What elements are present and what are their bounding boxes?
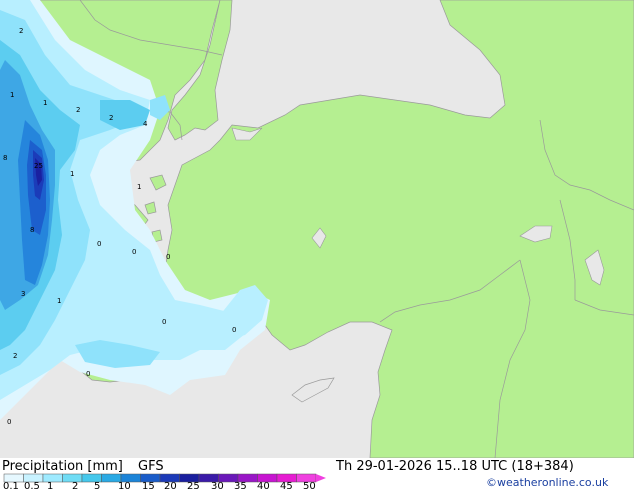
precipitation-map: 2 1 1 2 2 4 8 25 1 1 8 0 0 0 3 1 0 0 2 0…	[0, 0, 634, 458]
precip-label: 0	[162, 318, 166, 326]
precip-label: 2	[76, 106, 80, 114]
precip-label: 2	[19, 27, 23, 35]
scale-tick: 15	[142, 481, 155, 492]
scale-tick: 10	[118, 481, 131, 492]
precip-label: 25	[34, 162, 43, 170]
scale-tick: 35	[234, 481, 247, 492]
precip-label: 0	[97, 240, 101, 248]
scale-tick: 45	[280, 481, 293, 492]
scale-tick: 1	[47, 481, 54, 492]
precip-label: 1	[137, 183, 141, 191]
precip-label: 8	[30, 226, 34, 234]
precip-label: 0	[232, 326, 236, 334]
precip-label: 1	[70, 170, 74, 178]
precip-label: 2	[13, 352, 17, 360]
precip-label: 0	[7, 418, 11, 426]
precip-label: 1	[57, 297, 61, 305]
scale-tick: 2	[72, 481, 79, 492]
scale-tick: 25	[187, 481, 200, 492]
scale-tick: 30	[211, 481, 224, 492]
precip-label: 4	[143, 120, 148, 128]
scale-tick: 5	[94, 481, 101, 492]
precip-label: 1	[43, 99, 47, 107]
map-canvas: 2 1 1 2 2 4 8 25 1 1 8 0 0 0 3 1 0 0 2 0…	[0, 0, 634, 458]
precip-label: 3	[21, 290, 25, 298]
scale-tick: 50	[303, 481, 316, 492]
scale-tick: 0.5	[24, 481, 40, 492]
scale-tick: 0.1	[3, 481, 19, 492]
scale-tick: 20	[164, 481, 177, 492]
precip-label: 8	[3, 154, 7, 162]
scale-arrow	[316, 474, 326, 482]
scale-tick: 40	[257, 481, 270, 492]
precip-label: 1	[10, 91, 14, 99]
valid-time: Th 29-01-2026 15..18 UTC (18+384)	[336, 459, 574, 474]
precip-label: 2	[109, 114, 113, 122]
precip-label: 0	[166, 253, 170, 261]
precip-label: 0	[86, 370, 90, 378]
precip-label: 0	[132, 248, 136, 256]
credit-link[interactable]: ©weatheronline.co.uk	[486, 477, 608, 488]
